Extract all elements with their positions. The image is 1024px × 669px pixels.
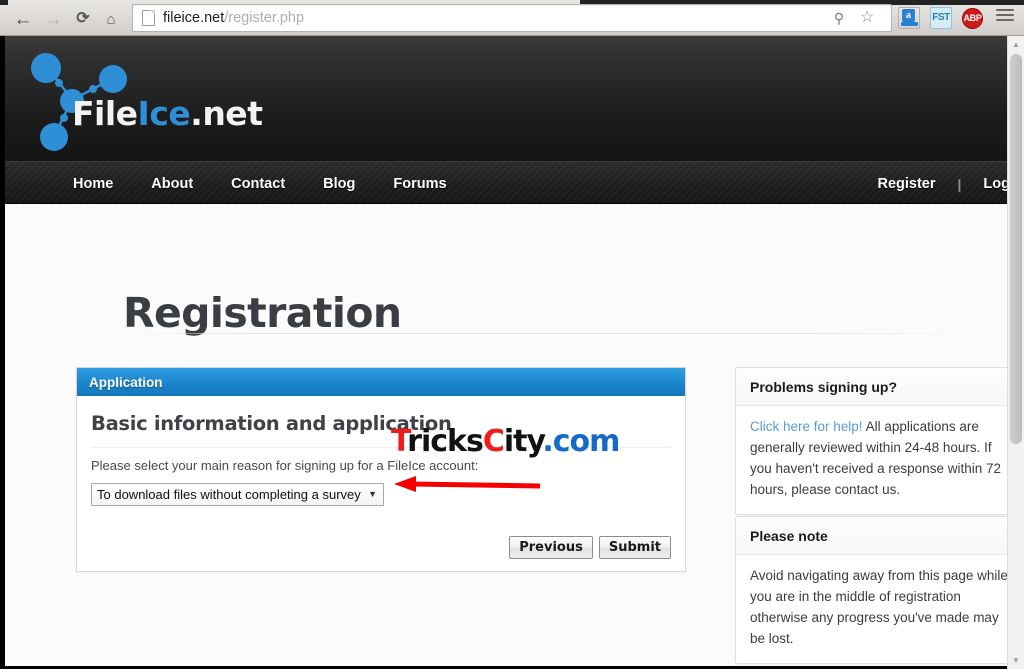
nav-item-home[interactable]: Home [73, 176, 113, 192]
forward-arrow-icon[interactable]: → [40, 6, 66, 32]
scrollbar-up-arrow-icon[interactable]: ▲ [1008, 36, 1024, 53]
reason-select[interactable]: To download files without completing a s… [91, 483, 384, 506]
page-title: Registration [123, 289, 402, 338]
help-link[interactable]: Click here for help! [750, 419, 863, 434]
site-navigation: Home About Contact Blog Forums Register … [5, 161, 1024, 204]
tab-strip-remnant-left [0, 0, 8, 5]
application-panel-header: Application [77, 368, 685, 396]
note-panel-title: Please note [736, 517, 1024, 555]
adblock-plus-icon[interactable]: ABP [962, 8, 983, 29]
page-scrollbar[interactable]: ▲ ▼ [1007, 36, 1024, 669]
nav-separator: | [957, 175, 962, 192]
reason-select-wrapper[interactable]: To download files without completing a s… [91, 483, 384, 506]
star-icon[interactable]: ☆ [858, 9, 876, 27]
page-document-icon [142, 10, 155, 26]
site-header: FileIce.net [5, 36, 1024, 161]
browser-toolbar: ← → ⟳ ⌂ fileice.net/register.php ⚲ ☆ a F… [0, 0, 1024, 36]
application-panel: Application Basic information and applic… [76, 367, 686, 572]
scrollbar-down-arrow-icon[interactable]: ▼ [1008, 652, 1024, 669]
nav-primary-links: Home About Contact Blog Forums [73, 162, 485, 205]
address-bar-url: fileice.net/register.php [163, 10, 304, 26]
address-bar[interactable]: fileice.net/register.php [132, 4, 892, 32]
amazon-bar [901, 22, 918, 26]
home-icon[interactable]: ⌂ [98, 6, 124, 32]
help-panel: Problems signing up? Click here for help… [735, 367, 1024, 515]
key-icon[interactable]: ⚲ [830, 9, 848, 27]
logo-text-ice: Ice [137, 94, 191, 133]
site-logo[interactable]: FileIce.net [10, 42, 263, 154]
help-panel-body: Click here for help! All applications ar… [736, 406, 1024, 514]
url-path: /register.php [224, 10, 305, 26]
site-logo-text: FileIce.net [72, 94, 263, 133]
logo-text-net: .net [190, 94, 263, 133]
page-viewport: FileIce.net Home About Contact Blog Foru… [0, 36, 1024, 669]
nav-item-login[interactable]: Log [983, 176, 1010, 192]
nav-item-register[interactable]: Register [877, 176, 935, 192]
title-divider [123, 333, 971, 334]
nav-item-contact[interactable]: Contact [231, 176, 285, 192]
submit-button[interactable]: Submit [598, 536, 671, 559]
application-instruction: Please select your main reason for signi… [91, 458, 479, 473]
url-host: fileice.net [163, 10, 225, 26]
nav-account-links: Register | Log [855, 162, 1010, 205]
amazon-assistant-icon[interactable]: a [898, 7, 920, 29]
previous-button[interactable]: Previous [509, 536, 593, 559]
note-panel: Please note Avoid navigating away from t… [735, 516, 1024, 664]
amazon-badge-letter: a [902, 9, 915, 22]
back-arrow-icon[interactable]: ← [10, 6, 36, 32]
application-divider [91, 447, 671, 448]
help-panel-title: Problems signing up? [736, 368, 1024, 406]
logo-text-file: File [72, 94, 138, 133]
nav-item-about[interactable]: About [151, 176, 193, 192]
application-subtitle: Basic information and application [91, 412, 452, 435]
chrome-menu-icon[interactable] [996, 9, 1014, 25]
application-panel-body: Basic information and application Please… [77, 396, 685, 571]
note-panel-body: Avoid navigating away from this page whi… [750, 568, 1008, 646]
nav-item-blog[interactable]: Blog [323, 176, 355, 192]
nav-item-forums[interactable]: Forums [393, 176, 446, 192]
scrollbar-thumb[interactable] [1010, 54, 1022, 444]
application-footer: Previous Submit [91, 536, 671, 571]
reload-icon[interactable]: ⟳ [70, 6, 96, 32]
fst-extension-icon[interactable]: FST [930, 7, 952, 29]
